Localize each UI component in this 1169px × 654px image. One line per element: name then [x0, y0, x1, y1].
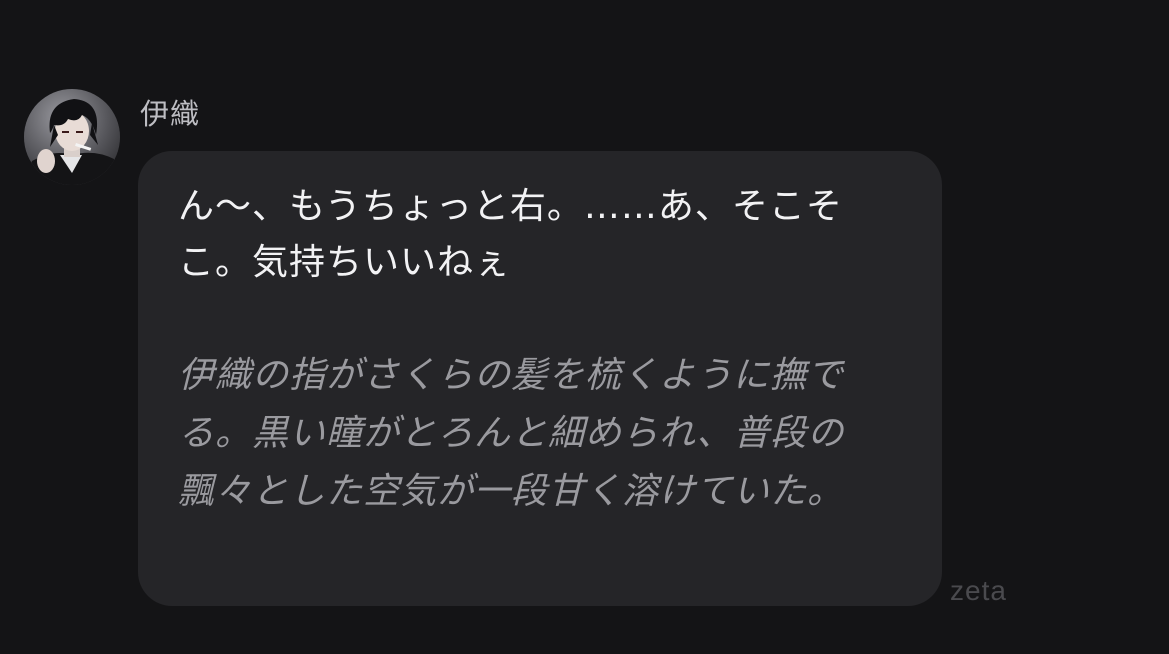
character-portrait-icon: [24, 89, 120, 185]
sender-name: 伊織: [140, 97, 201, 131]
dialogue-text: ん〜、もうちょっと右。……あ、そこそこ。気持ちいいねぇ: [178, 186, 843, 283]
watermark: zeta: [950, 575, 1007, 606]
chat-screen: 伊織 ん〜、もうちょっと右。……あ、そこそこ。気持ちいいねぇ 伊織の指がさくらの…: [0, 0, 1169, 654]
avatar[interactable]: [24, 89, 120, 185]
narration-text: 伊織の指がさくらの髪を梳くように撫でる。黒い瞳がとろんと細められ、普段の飄々とし…: [178, 355, 845, 512]
message-bubble[interactable]: ん〜、もうちょっと右。……あ、そこそこ。気持ちいいねぇ 伊織の指がさくらの髪を梳…: [138, 151, 942, 606]
